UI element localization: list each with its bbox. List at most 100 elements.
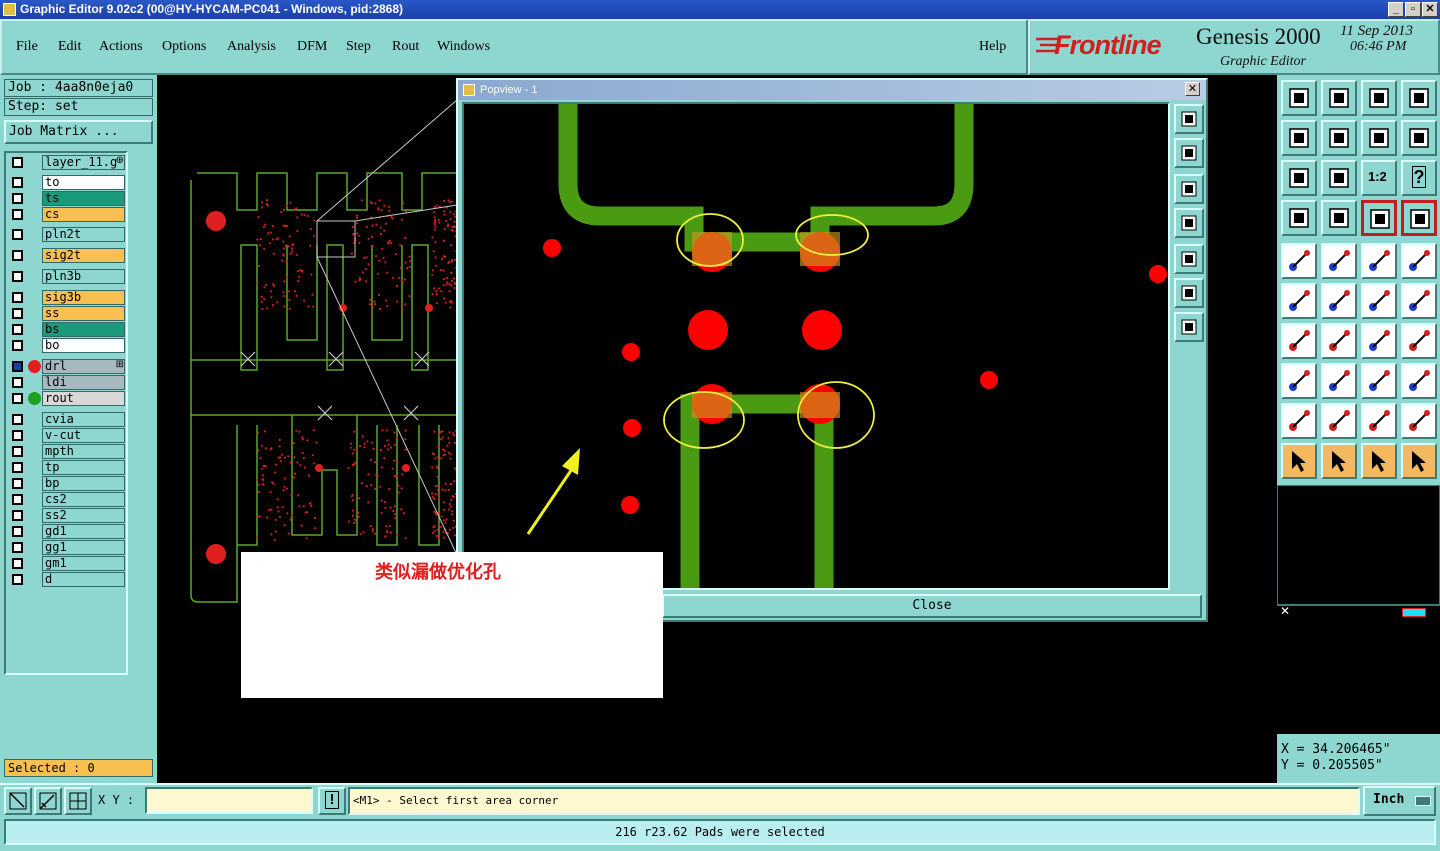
unit-selector[interactable]: Inch (1363, 786, 1436, 816)
mirror-icon[interactable] (1361, 120, 1397, 156)
layer-name[interactable]: layer_11.g (42, 155, 125, 170)
layer-checkbox[interactable] (12, 292, 23, 303)
layer-row-to[interactable]: to (8, 175, 128, 190)
layer-row-tp[interactable]: tp (8, 460, 128, 475)
layer-checkbox[interactable] (12, 361, 23, 372)
layer-name[interactable]: cs (42, 207, 125, 222)
menu-rout[interactable]: Rout (392, 39, 419, 55)
popview-window[interactable]: Popview - 1 ✕ Close (456, 78, 1208, 622)
connect-icon[interactable] (1281, 283, 1317, 319)
measure-icon[interactable] (1321, 243, 1357, 279)
triangle2-icon[interactable] (1321, 403, 1357, 439)
snap-red-icon[interactable] (1361, 200, 1397, 236)
layer-checkbox[interactable] (12, 542, 23, 553)
layer-checkbox[interactable] (12, 250, 23, 261)
zoom-fit-icon[interactable] (1174, 312, 1204, 342)
menu-help[interactable]: Help (979, 39, 1006, 55)
layer-name[interactable]: sig2t (42, 248, 125, 263)
help-query-icon[interactable]: ? (1401, 160, 1437, 196)
layer-row-bs[interactable]: bs (8, 322, 128, 337)
menu-actions[interactable]: Actions (99, 39, 143, 55)
menu-dfm[interactable]: DFM (297, 39, 327, 55)
layer-row-gg1[interactable]: gg1 (8, 540, 128, 555)
layer-checkbox[interactable] (12, 340, 23, 351)
alert-button[interactable]: ! (318, 787, 346, 815)
move-left-icon[interactable] (1174, 208, 1204, 238)
rotate-icon[interactable] (1401, 120, 1437, 156)
popview-close-icon[interactable]: ✕ (1185, 82, 1200, 96)
mini-scroll[interactable]: ✕ (1277, 604, 1440, 619)
layer-name[interactable]: ts (42, 191, 125, 206)
layer-row-sig2t[interactable]: sig2t (8, 248, 128, 263)
layer-name[interactable]: cs2 (42, 492, 125, 507)
cluster-icon[interactable] (1401, 363, 1437, 399)
layer-checkbox[interactable] (12, 430, 23, 441)
layer-row-ss2[interactable]: ss2 (8, 508, 128, 523)
layer-name[interactable]: gm1 (42, 556, 125, 571)
layer-row-cvia[interactable]: cvia (8, 412, 128, 427)
cursor-icon[interactable] (1281, 443, 1317, 479)
layer-name[interactable]: bp (42, 476, 125, 491)
pad-icon[interactable] (1401, 243, 1437, 279)
dim-icon[interactable] (1361, 363, 1397, 399)
triangle-icon[interactable] (1281, 403, 1317, 439)
window-split-icon[interactable] (1401, 80, 1437, 116)
layer-name[interactable]: to (42, 175, 125, 190)
layer-row-gd1[interactable]: gd1 (8, 524, 128, 539)
layer-row-cs[interactable]: cs (8, 207, 128, 222)
grid-select-icon[interactable] (64, 787, 92, 815)
layer-name[interactable]: bs (42, 322, 125, 337)
layer-checkbox[interactable] (12, 414, 23, 425)
layer-row-sig3b[interactable]: sig3b (8, 290, 128, 305)
layer-checkbox[interactable] (12, 462, 23, 473)
layer-name[interactable]: ss (42, 306, 125, 321)
layer-name[interactable]: bo (42, 338, 125, 353)
maximize-button[interactable]: ▫ (1405, 2, 1421, 17)
layer-name[interactable]: ldi (42, 375, 125, 390)
layer-row-gm1[interactable]: gm1 (8, 556, 128, 571)
home-icon[interactable] (1361, 80, 1397, 116)
layer-affected-icon[interactable] (28, 392, 41, 405)
reset-view-icon[interactable]: ✕ (1280, 604, 1290, 618)
menu-options[interactable]: Options (162, 39, 206, 55)
zoom-center-icon[interactable] (1321, 160, 1357, 196)
layer-checkbox[interactable] (12, 494, 23, 505)
layer-checkbox[interactable] (12, 510, 23, 521)
layer-row-bo[interactable]: bo (8, 338, 128, 353)
zoom-window-icon[interactable] (1281, 160, 1317, 196)
layer-row-mpth[interactable]: mpth (8, 444, 128, 459)
layer-checkbox[interactable] (12, 377, 23, 388)
layer-name[interactable]: tp (42, 460, 125, 475)
layer-row-bp[interactable]: bp (8, 476, 128, 491)
layer-checkbox[interactable] (12, 271, 23, 282)
layer-checkbox[interactable] (12, 558, 23, 569)
angle-icon[interactable] (1281, 323, 1317, 359)
window-title-bar[interactable]: Graphic Editor 9.02c2 (00@HY-HYCAM-PC041… (0, 0, 1440, 19)
overview-indicator[interactable] (1402, 608, 1426, 617)
layer-row-ss[interactable]: ss (8, 306, 128, 321)
layer-name[interactable]: drl (42, 359, 125, 374)
layer-affected-icon[interactable] (28, 360, 41, 373)
triangle3-icon[interactable] (1361, 403, 1397, 439)
layer-checkbox[interactable] (12, 574, 23, 585)
popview-canvas[interactable] (462, 102, 1170, 590)
layer-row-ts[interactable]: ts (8, 191, 128, 206)
ruler-icon[interactable] (1361, 243, 1397, 279)
layer-up-icon[interactable] (1174, 138, 1204, 168)
layer-row-rout[interactable]: rout (8, 391, 128, 406)
cursor-box2-icon[interactable] (1361, 443, 1397, 479)
fit-icon[interactable] (1174, 278, 1204, 308)
cursor-box-icon[interactable] (1321, 443, 1357, 479)
layer-checkbox[interactable] (12, 229, 23, 240)
layer-name[interactable]: v-cut (42, 428, 125, 443)
pad-select-icon[interactable] (1281, 363, 1317, 399)
popview-title-bar[interactable]: Popview - 1 ✕ (458, 80, 1206, 100)
slash-icon[interactable] (1321, 323, 1357, 359)
layer-name[interactable]: rout (42, 391, 125, 406)
menu-step[interactable]: Step (346, 39, 371, 55)
layer-row-cs2[interactable]: cs2 (8, 492, 128, 507)
grid-icon[interactable] (1321, 200, 1357, 236)
zoom-in-icon[interactable] (1174, 104, 1204, 134)
move-up-icon[interactable] (1281, 80, 1317, 116)
line-icon[interactable] (1361, 283, 1397, 319)
